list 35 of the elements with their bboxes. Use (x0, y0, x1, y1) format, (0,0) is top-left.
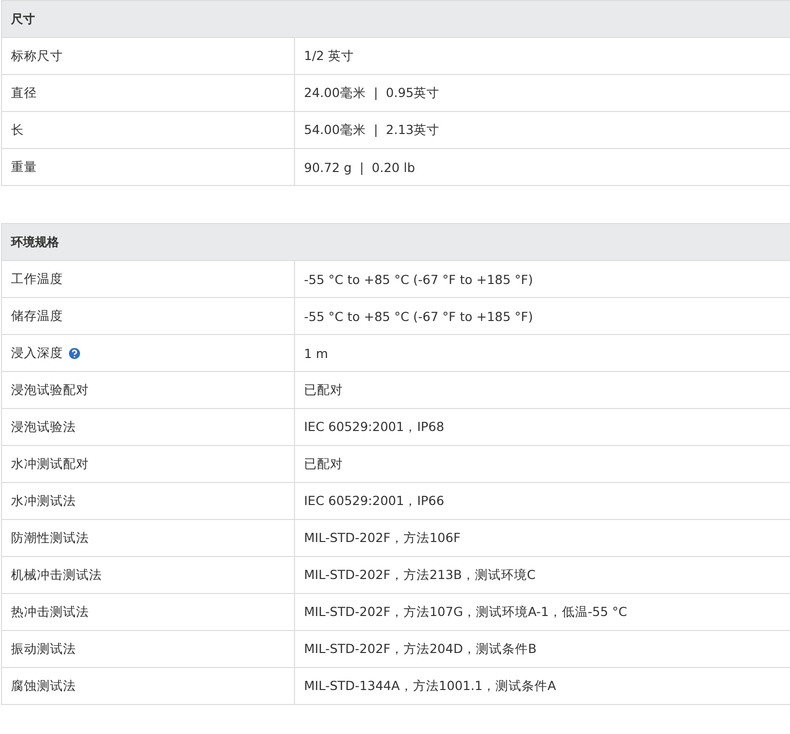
spec-value: MIL-STD-202F，方法106F (303, 528, 462, 546)
spec-value: 已配对 (303, 380, 344, 398)
spec-label: 防潮性测试法 (11, 530, 89, 546)
section-title: 环境规格 (11, 234, 59, 250)
spec-label: 热冲击测试法 (11, 604, 89, 620)
spec-label: 储存温度 (11, 308, 63, 324)
spec-label: 直径 (11, 84, 37, 102)
spec-value: IEC 60529:2001，IP68 (303, 418, 446, 436)
spec-label: 长 (11, 122, 24, 138)
spec-value: 已配对 (303, 454, 344, 472)
section-title: 尺寸 (11, 10, 35, 28)
spec-value: 90.72 g | 0.20 lb (303, 158, 416, 177)
spec-label: 工作温度 (11, 270, 63, 288)
spec-value: 1 m (303, 344, 330, 362)
spec-label: 浸入深度 (11, 344, 63, 362)
spec-label: 重量 (11, 158, 37, 176)
spec-value: -55 °C to +85 °C (-67 °F to +185 °F) (303, 308, 534, 326)
spec-label: 水冲测试配对 (11, 456, 89, 472)
spec-label: 振动测试法 (11, 640, 76, 658)
spec-label: 标称尺寸 (11, 48, 63, 64)
spec-value: MIL-STD-202F，方法213B，测试环境C (303, 566, 537, 584)
spec-label: 腐蚀测试法 (11, 678, 76, 694)
spec-label: 机械冲击测试法 (11, 566, 102, 584)
spec-label: 浸泡试验配对 (11, 382, 89, 398)
spec-value: 1/2 英寸 (303, 46, 356, 64)
spec-value: -55 °C to +85 °C (-67 °F to +185 °F) (303, 270, 534, 288)
spec-label: 水冲测试法 (11, 492, 76, 510)
spec-value: MIL-STD-1344A，方法1001.1，测试条件A (303, 676, 558, 694)
spec-value: MIL-STD-202F，方法204D，测试条件B (303, 640, 538, 658)
spec-value: MIL-STD-202F，方法107G，测试环境A-1，低温-55 °C (303, 602, 628, 620)
spec-value: 54.00毫米 | 2.13英寸 (303, 120, 441, 139)
spec-label: 浸泡试验法 (11, 418, 76, 436)
help-icon[interactable] (67, 346, 82, 360)
spec-value: 24.00毫米 | 0.95英寸 (303, 84, 441, 102)
spec-value: IEC 60529:2001，IP66 (303, 492, 446, 510)
